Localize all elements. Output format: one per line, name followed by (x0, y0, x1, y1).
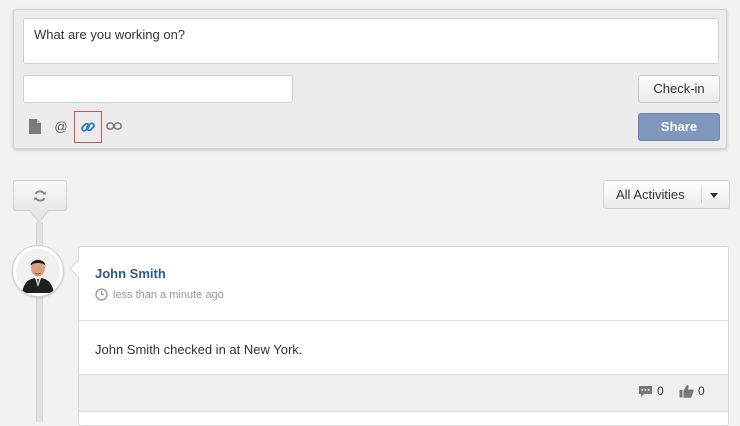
like-count: 0 (698, 384, 705, 398)
attach-file-button[interactable] (27, 115, 43, 137)
timestamp: less than a minute ago (95, 288, 224, 301)
location-input[interactable] (23, 75, 293, 103)
card-footer: 0 0 (79, 374, 728, 412)
status-input[interactable]: What are you working on? (23, 18, 719, 64)
filter-divider (701, 186, 702, 203)
activity-message: John Smith checked in at New York. (95, 342, 303, 357)
thumbs-up-icon (679, 384, 694, 398)
refresh-button[interactable] (13, 180, 67, 211)
file-icon (29, 118, 41, 134)
comment-count: 0 (657, 384, 664, 398)
checkin-button[interactable]: Check-in (638, 75, 720, 103)
activity-filter-dropdown[interactable]: All Activities (603, 180, 730, 209)
share-button[interactable]: Share (638, 113, 720, 141)
clock-icon (95, 288, 108, 301)
like-button[interactable]: 0 (679, 384, 705, 398)
link-icon (81, 122, 95, 132)
activity-card: John Smith less than a minute ago John S… (69, 246, 729, 426)
link-button[interactable] (74, 111, 102, 143)
card-pointer (69, 259, 88, 278)
avatar[interactable] (12, 245, 64, 297)
comments-button[interactable]: 0 (638, 384, 664, 398)
timestamp-text: less than a minute ago (113, 288, 224, 301)
composer-panel: What are you working on? Check-in @ Shar… (13, 9, 727, 149)
author-name-link[interactable]: John Smith (95, 266, 166, 281)
unlink-button[interactable] (103, 115, 125, 137)
unlink-icon (106, 122, 122, 130)
comment-icon (639, 385, 652, 397)
refresh-icon (34, 189, 46, 202)
filter-label: All Activities (616, 187, 685, 202)
chevron-down-icon[interactable] (710, 193, 718, 198)
user-avatar-icon (16, 249, 60, 293)
card-divider (79, 320, 728, 321)
mention-button[interactable]: @ (52, 115, 70, 137)
